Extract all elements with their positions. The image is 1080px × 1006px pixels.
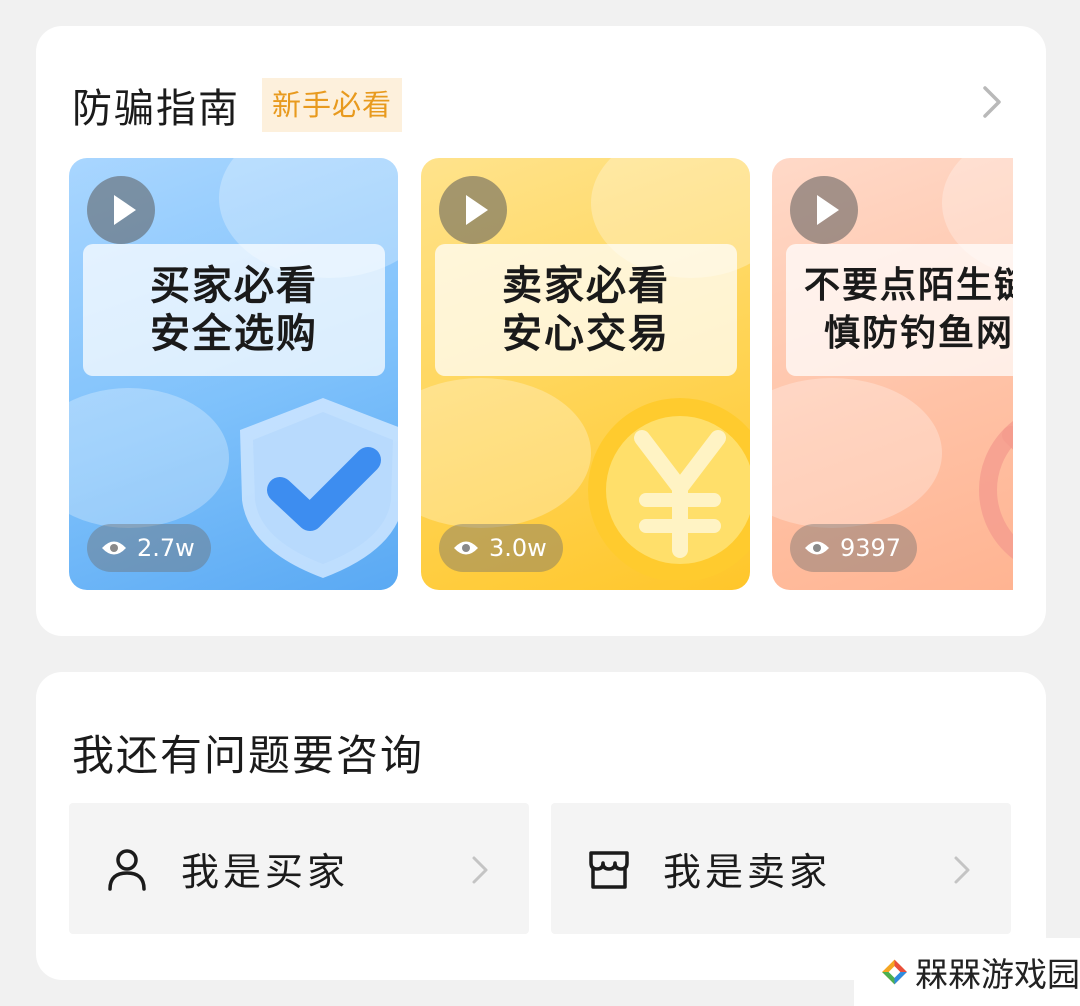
video-card-seller[interactable]: 卖家必看 安心交易 3.0w xyxy=(421,158,750,590)
video-title-line1: 不要点陌生链 xyxy=(804,265,1013,306)
newbie-badge: 新手必看 xyxy=(262,78,403,132)
consult-title: 我还有问题要咨询 xyxy=(72,731,425,780)
view-count: 2.7w xyxy=(87,524,211,572)
person-icon xyxy=(108,849,146,891)
consult-card: 我还有问题要咨询 我是买家 我是卖家 xyxy=(36,672,1046,980)
view-count-value: 2.7w xyxy=(137,534,195,562)
view-count-value: 3.0w xyxy=(489,534,547,562)
buyer-label: 我是买家 xyxy=(181,850,350,894)
watermark: 槑槑游戏园 xyxy=(854,938,1080,1006)
anti-fraud-guide-card: 防骗指南 新手必看 买家必看 安全选购 2.7w 卖家必看 安心交易 3.0w … xyxy=(36,26,1046,636)
shield-check-icon xyxy=(240,398,398,578)
video-carousel[interactable]: 买家必看 安全选购 2.7w 卖家必看 安心交易 3.0w 不要点陌生链 慎防钓… xyxy=(69,158,1013,590)
store-icon xyxy=(589,851,629,889)
chevron-right-icon xyxy=(954,856,970,884)
video-title-line2: 安全选购 xyxy=(150,311,318,357)
eye-icon xyxy=(102,541,126,555)
video-title: 卖家必看 安心交易 xyxy=(435,244,737,376)
play-icon[interactable] xyxy=(87,176,155,244)
buyer-button[interactable]: 我是买家 xyxy=(69,803,529,934)
seller-button[interactable]: 我是卖家 xyxy=(551,803,1011,934)
watermark-logo-icon xyxy=(882,959,907,985)
yuan-coin-icon xyxy=(588,398,750,580)
view-count-value: 9397 xyxy=(840,534,902,562)
watermark-text: 槑槑游戏园 xyxy=(915,955,1080,994)
guide-title: 防骗指南 xyxy=(72,86,240,132)
video-title-line1: 买家必看 xyxy=(150,263,318,309)
view-count: 9397 xyxy=(790,524,918,572)
eye-icon xyxy=(805,541,829,555)
video-card-phishing[interactable]: 不要点陌生链 慎防钓鱼网 9397 xyxy=(772,158,1013,590)
video-title: 买家必看 安全选购 xyxy=(83,244,385,376)
video-title: 不要点陌生链 慎防钓鱼网 xyxy=(786,244,1013,376)
video-title-line1: 卖家必看 xyxy=(502,263,670,309)
eye-icon xyxy=(454,541,478,555)
chevron-right-icon[interactable] xyxy=(980,84,1004,120)
view-count: 3.0w xyxy=(439,524,563,572)
no-link-icon xyxy=(979,421,1013,559)
video-card-buyer[interactable]: 买家必看 安全选购 2.7w xyxy=(69,158,398,590)
video-title-line2: 安心交易 xyxy=(502,311,670,357)
chevron-right-icon xyxy=(472,856,488,884)
play-icon[interactable] xyxy=(790,176,858,244)
play-icon[interactable] xyxy=(439,176,507,244)
video-title-line2: 慎防钓鱼网 xyxy=(824,313,1013,354)
seller-label: 我是卖家 xyxy=(663,850,832,894)
